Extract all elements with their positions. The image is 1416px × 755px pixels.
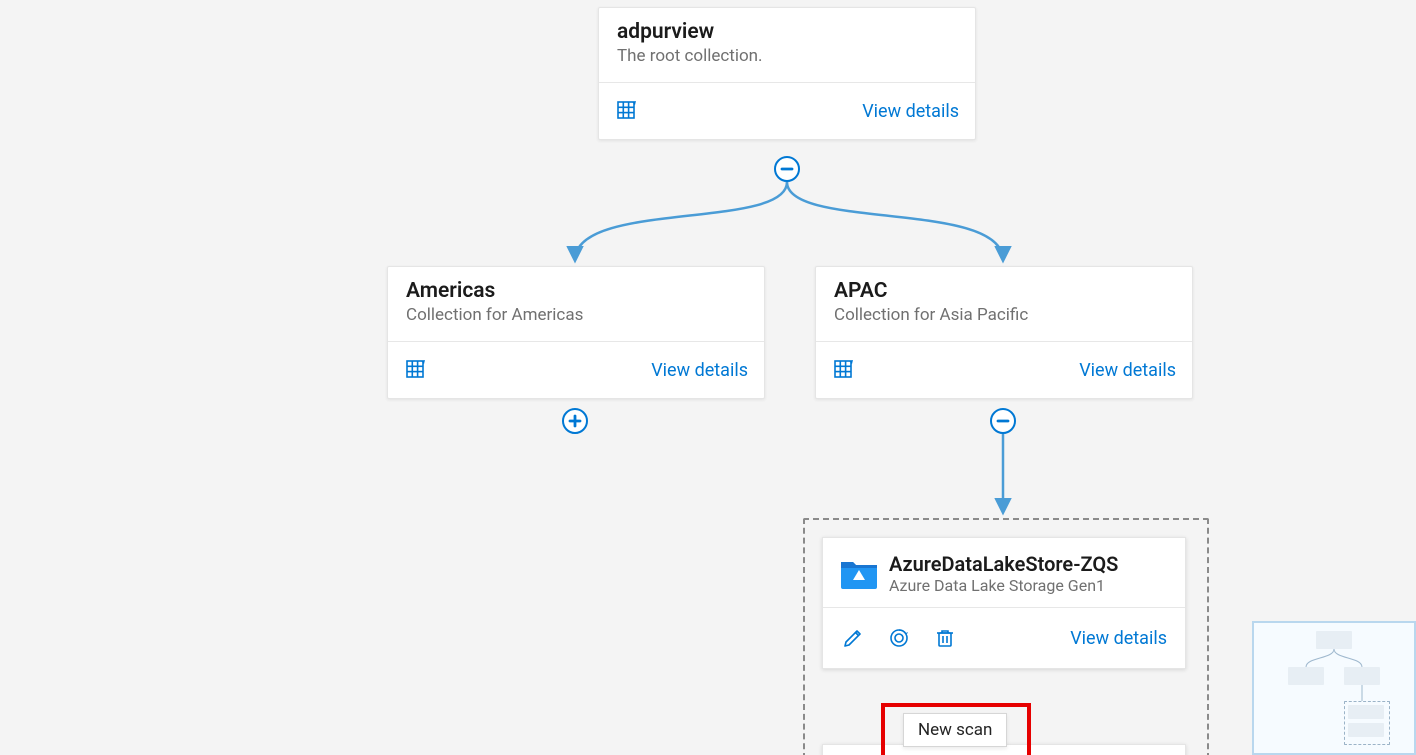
collection-title: adpurview <box>617 20 957 44</box>
collection-subtitle: Collection for Americas <box>406 305 746 325</box>
view-details-link[interactable]: View details <box>1079 360 1176 381</box>
collection-card-americas[interactable]: Americas Collection for Americas View de… <box>387 266 765 399</box>
data-lake-folder-icon <box>839 556 875 586</box>
grid-icon[interactable] <box>615 99 639 123</box>
view-details-link[interactable]: View details <box>651 360 748 381</box>
collection-subtitle: The root collection. <box>617 46 957 66</box>
expand-button[interactable] <box>562 408 588 434</box>
grid-icon[interactable] <box>832 358 856 382</box>
collection-card-apac[interactable]: APAC Collection for Asia Pacific View de… <box>815 266 1193 399</box>
data-source-subtitle: Azure Data Lake Storage Gen1 <box>889 576 1118 595</box>
tooltip-highlight-box <box>881 703 1031 755</box>
collapse-button[interactable] <box>774 156 800 182</box>
view-details-link[interactable]: View details <box>1070 628 1167 649</box>
collection-title: APAC <box>834 279 1174 303</box>
view-details-link[interactable]: View details <box>862 101 959 122</box>
grid-icon[interactable] <box>404 358 428 382</box>
edit-icon[interactable] <box>841 626 865 650</box>
minimap[interactable] <box>1252 621 1416 755</box>
data-source-title: AzureDataLakeStore-ZQS <box>889 552 1118 576</box>
collection-card-root[interactable]: adpurview The root collection. View deta… <box>598 7 976 140</box>
collection-title: Americas <box>406 279 746 303</box>
delete-icon[interactable] <box>933 626 957 650</box>
collections-map[interactable]: adpurview The root collection. View deta… <box>0 0 1416 755</box>
collapse-button[interactable] <box>990 408 1016 434</box>
collection-subtitle: Collection for Asia Pacific <box>834 305 1174 325</box>
scan-target-icon[interactable] <box>887 626 911 650</box>
data-source-card[interactable]: AzureDataLakeStore-ZQS Azure Data Lake S… <box>822 537 1186 669</box>
